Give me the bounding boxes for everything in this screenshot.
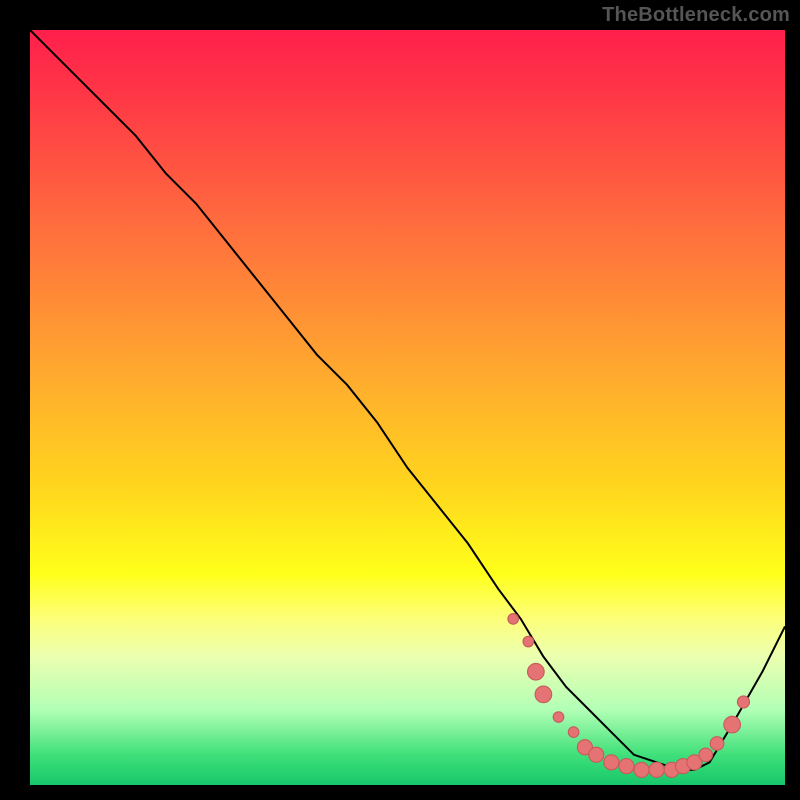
chart-frame: TheBottleneck.com — [0, 0, 800, 800]
marker-point — [710, 737, 724, 751]
marker-point — [535, 686, 552, 703]
marker-point — [508, 614, 519, 625]
marker-point — [699, 748, 713, 762]
marker-point — [523, 636, 534, 647]
marker-point — [724, 716, 741, 733]
marker-point — [568, 727, 579, 738]
plot-area — [30, 30, 785, 785]
marker-point — [737, 696, 749, 708]
marker-point — [649, 762, 664, 777]
marker-point — [553, 712, 564, 723]
chart-svg — [30, 30, 785, 785]
marker-group — [508, 614, 750, 778]
curve-path — [30, 30, 785, 770]
marker-point — [604, 755, 619, 770]
marker-point — [634, 762, 649, 777]
attribution-label: TheBottleneck.com — [602, 4, 790, 27]
marker-point — [619, 759, 634, 774]
marker-point — [528, 663, 545, 680]
marker-point — [589, 747, 604, 762]
